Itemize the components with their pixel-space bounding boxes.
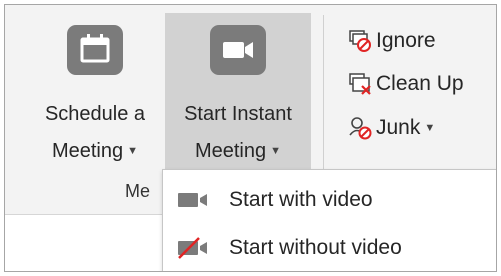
outlook-ribbon-window: Schedule a Meeting ▼ Start Instant Meetin… <box>4 4 497 272</box>
video-camera-icon <box>176 188 212 212</box>
chevron-down-icon: ▼ <box>424 122 436 134</box>
clean-up-label: Clean Up <box>376 72 464 95</box>
instant-meeting-dropdown: Start with video Start without video <box>162 169 496 271</box>
ignore-icon <box>348 28 374 54</box>
schedule-meeting-label-line1: Schedule a <box>44 103 146 125</box>
schedule-meeting-label-line2: Meeting ▼ <box>51 140 139 162</box>
calendar-icon <box>67 25 123 75</box>
group-label: Me <box>125 181 151 201</box>
ignore-button[interactable]: Ignore <box>348 24 436 58</box>
ignore-label: Ignore <box>376 29 436 52</box>
menu-item-start-with-video[interactable]: Start with video <box>163 176 496 224</box>
instant-meeting-label-line1: Start Instant <box>184 103 292 125</box>
menu-item-label: Start without video <box>229 236 402 259</box>
chevron-down-icon: ▼ <box>270 145 282 157</box>
menu-item-label: Start with video <box>229 188 373 211</box>
instant-meeting-label-line2: Meeting ▼ <box>194 140 282 162</box>
clean-up-button[interactable]: Clean Up <box>348 67 464 101</box>
junk-button[interactable]: Junk ▼ <box>348 111 435 145</box>
video-camera-icon <box>210 25 266 75</box>
menu-item-start-without-video[interactable]: Start without video <box>163 224 496 271</box>
schedule-meeting-button[interactable]: Schedule a Meeting ▼ <box>29 13 161 171</box>
chevron-down-icon: ▼ <box>127 145 139 157</box>
junk-icon <box>348 115 374 141</box>
junk-label: Junk ▼ <box>376 116 436 139</box>
clean-up-icon <box>348 71 374 97</box>
start-instant-meeting-button[interactable]: Start Instant Meeting ▼ <box>165 13 311 171</box>
video-off-icon <box>176 236 212 260</box>
